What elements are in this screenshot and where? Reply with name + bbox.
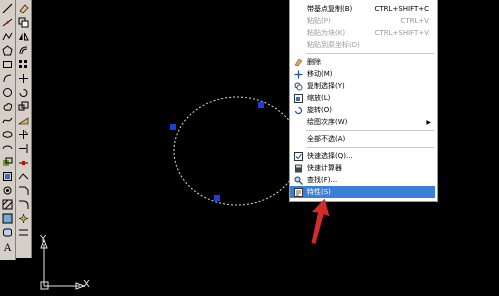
copy-base-icon bbox=[293, 4, 303, 14]
grip-handle[interactable] bbox=[214, 195, 220, 201]
menu-item-quick-calc[interactable]: 快速计算器 bbox=[290, 162, 435, 174]
autocad-window: A Y X 带基点复制(B) CTRL+SHIFT+C 粘贴(P) CTRL+V… bbox=[0, 0, 499, 296]
menu-separator bbox=[306, 147, 434, 148]
menu-item-paste[interactable]: 粘贴(P) CTRL+V bbox=[290, 15, 435, 27]
ucs-y-label: Y bbox=[40, 234, 47, 245]
menu-item-draw-order[interactable]: 绘图次序(W) ▶ bbox=[290, 116, 435, 128]
menu-item-rotate[interactable]: 旋转(O) bbox=[290, 104, 435, 116]
red-arrow-annotation bbox=[311, 198, 330, 244]
menu-item-copy-select[interactable]: 复制选择(Y) bbox=[290, 80, 435, 92]
calculator-icon bbox=[293, 163, 303, 173]
eraser-icon bbox=[293, 57, 303, 67]
menu-item-move[interactable]: 移动(M) bbox=[290, 68, 435, 80]
menu-separator bbox=[306, 53, 434, 54]
menu-item-quick-select[interactable]: 快速选择(Q)... bbox=[290, 150, 435, 162]
properties-icon bbox=[293, 187, 303, 197]
menu-separator bbox=[306, 130, 434, 131]
menu-item-properties[interactable]: 特性(S) bbox=[290, 186, 435, 198]
rotate-icon bbox=[293, 105, 303, 115]
menu-item-copy-base[interactable]: 带基点复制(B) CTRL+SHIFT+C bbox=[290, 3, 435, 15]
menu-item-find[interactable]: 查找(F)... bbox=[290, 174, 435, 186]
find-icon bbox=[293, 175, 303, 185]
menu-item-paste-orig[interactable]: 粘贴到原坐标(D) bbox=[290, 39, 435, 51]
menu-item-paste-block[interactable]: 粘贴为块(K) CTRL+SHIFT+V bbox=[290, 27, 435, 39]
grip-handle[interactable] bbox=[170, 124, 176, 130]
move-icon bbox=[293, 69, 303, 79]
scale-icon bbox=[293, 93, 303, 103]
ucs-icon: Y X bbox=[36, 234, 96, 292]
menu-item-deselect-all[interactable]: 全部不选(A) bbox=[290, 133, 435, 145]
grip-handle[interactable] bbox=[258, 102, 264, 108]
copy-select-icon bbox=[293, 81, 303, 91]
ucs-x-label: X bbox=[83, 279, 90, 290]
quick-select-icon bbox=[293, 151, 303, 161]
submenu-arrow-icon: ▶ bbox=[426, 118, 431, 126]
menu-item-delete[interactable]: 删除 bbox=[290, 56, 435, 68]
menu-item-scale[interactable]: 缩放(L) bbox=[290, 92, 435, 104]
context-menu: 带基点复制(B) CTRL+SHIFT+C 粘贴(P) CTRL+V 粘贴为块(… bbox=[289, 0, 438, 202]
